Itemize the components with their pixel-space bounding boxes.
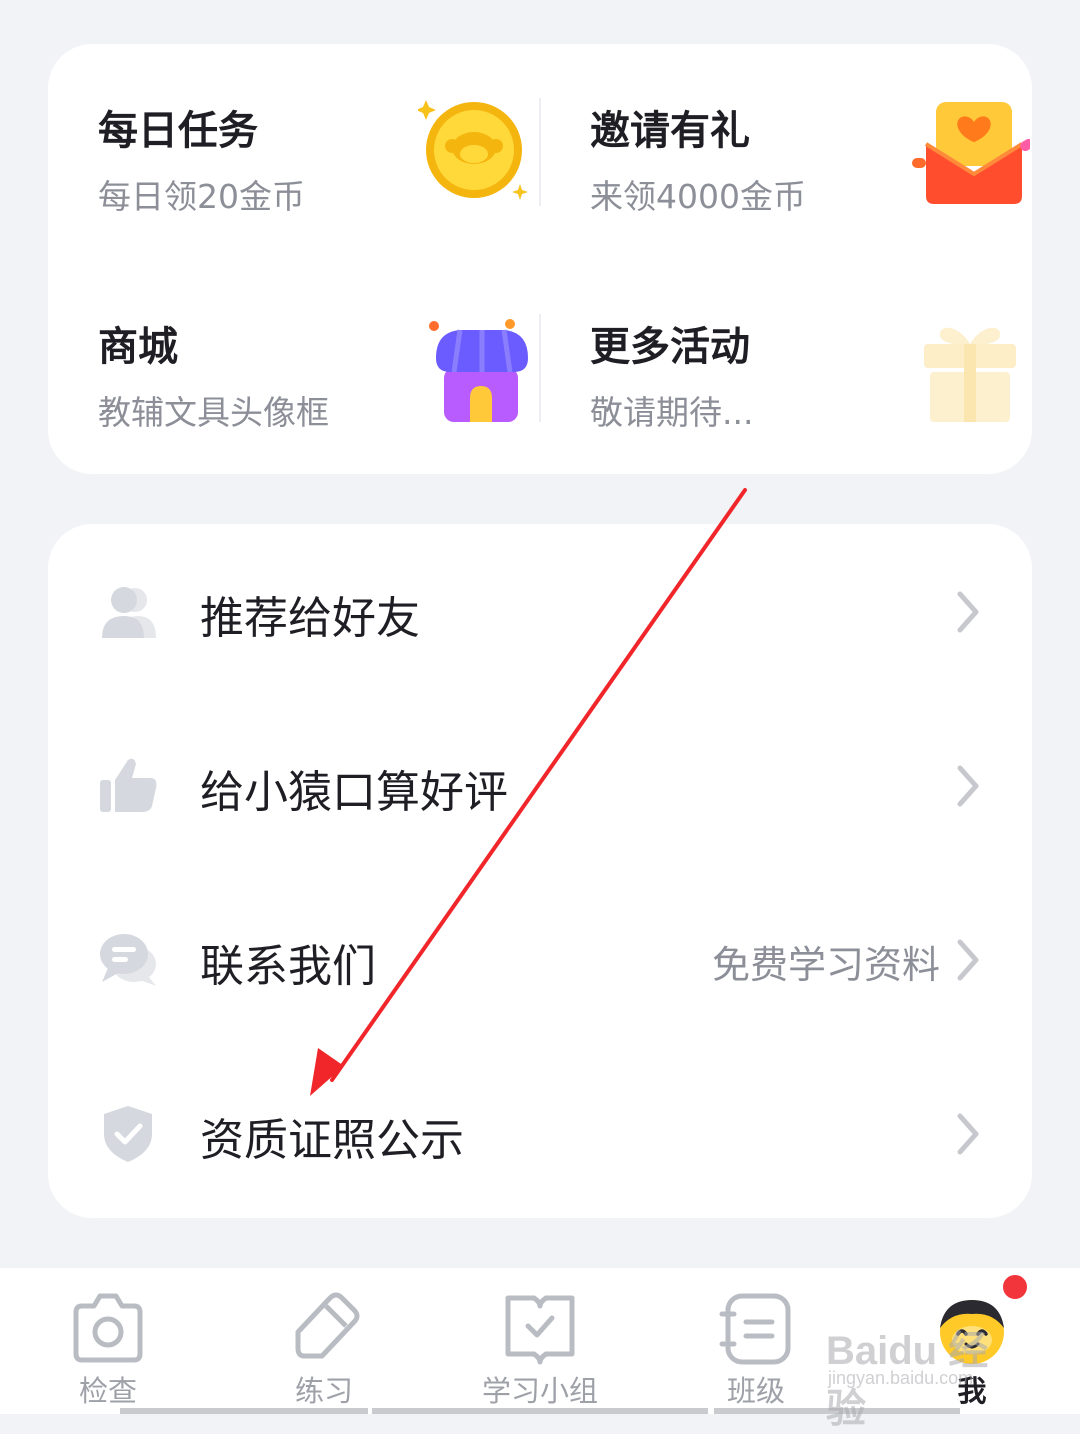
daily-task-entry[interactable]: 每日任务 每日领20金币 [98, 98, 538, 268]
tab-class[interactable]: 班级 [648, 1268, 864, 1414]
menu-card: 推荐给好友 给小猿口算好评 联系我们 免费学习资料 资质证照公示 [48, 524, 1032, 1218]
chevron-right-icon [957, 939, 979, 981]
tab-divider [120, 1408, 368, 1414]
notification-badge [1000, 1272, 1030, 1302]
chat-bubble-icon [100, 934, 156, 986]
activity-divider [539, 314, 541, 422]
tab-label: 班级 [726, 1374, 785, 1408]
tab-divider [372, 1408, 708, 1414]
tab-label: 我 [957, 1374, 987, 1408]
tab-study-group[interactable]: 学习小组 [432, 1268, 648, 1414]
bottom-tab-bar: 检查 练习 学习小组 班级 我 [0, 1268, 1080, 1414]
tab-me[interactable]: 我 [864, 1268, 1080, 1414]
daily-task-subtitle: 每日领20金币 [98, 177, 305, 216]
shop-entry[interactable]: 商城 教辅文具头像框 [98, 314, 538, 484]
mascot-avatar-icon [940, 1300, 1004, 1364]
tab-divider [714, 1408, 960, 1414]
gift-box-icon [924, 327, 1016, 422]
book-check-icon [505, 1295, 575, 1365]
chevron-right-icon [957, 591, 979, 633]
more-activities-title: 更多活动 [590, 324, 750, 370]
menu-label: 给小猿口算好评 [200, 767, 508, 818]
tab-label: 练习 [294, 1374, 353, 1408]
gift-envelope-icon [912, 102, 1030, 204]
chevron-right-icon [957, 1113, 979, 1155]
user-icon [102, 587, 156, 638]
shop-subtitle: 教辅文具头像框 [98, 393, 329, 432]
tab-check[interactable]: 检查 [0, 1268, 216, 1414]
tab-practice[interactable]: 练习 [216, 1268, 432, 1414]
activity-card: 每日任务 每日领20金币 邀请有礼 来领4000金币 商城 教辅文具头像框 更多… [48, 44, 1032, 474]
pencil-icon [295, 1292, 360, 1359]
tab-label: 学习小组 [481, 1374, 598, 1408]
tab-label: 检查 [78, 1374, 137, 1408]
invite-reward-entry[interactable]: 邀请有礼 来领4000金币 [590, 98, 1030, 268]
notebook-icon [719, 1293, 791, 1365]
menu-label: 推荐给好友 [200, 593, 420, 644]
daily-task-title: 每日任务 [98, 108, 258, 154]
shield-check-icon [104, 1106, 152, 1162]
menu-recommend-friend[interactable]: 推荐给好友 [48, 552, 1032, 672]
invite-reward-subtitle: 来领4000金币 [590, 177, 806, 216]
shop-icon [429, 319, 528, 422]
menu-label: 资质证照公示 [200, 1115, 464, 1166]
gold-coin-icon [418, 100, 528, 200]
shop-title: 商城 [98, 324, 178, 370]
chevron-right-icon [957, 765, 979, 807]
menu-label: 联系我们 [200, 941, 376, 992]
camera-icon [73, 1293, 143, 1363]
menu-qualification[interactable]: 资质证照公示 [48, 1074, 1032, 1194]
more-activities-entry[interactable]: 更多活动 敬请期待... [590, 314, 1030, 484]
activity-divider [539, 98, 541, 206]
invite-reward-title: 邀请有礼 [590, 108, 750, 154]
menu-extra-text: 免费学习资料 [711, 943, 940, 987]
thumbs-up-icon [100, 758, 157, 812]
menu-rate-app[interactable]: 给小猿口算好评 [48, 726, 1032, 846]
menu-contact-us[interactable]: 联系我们 免费学习资料 [48, 900, 1032, 1020]
more-activities-subtitle: 敬请期待... [590, 393, 754, 432]
